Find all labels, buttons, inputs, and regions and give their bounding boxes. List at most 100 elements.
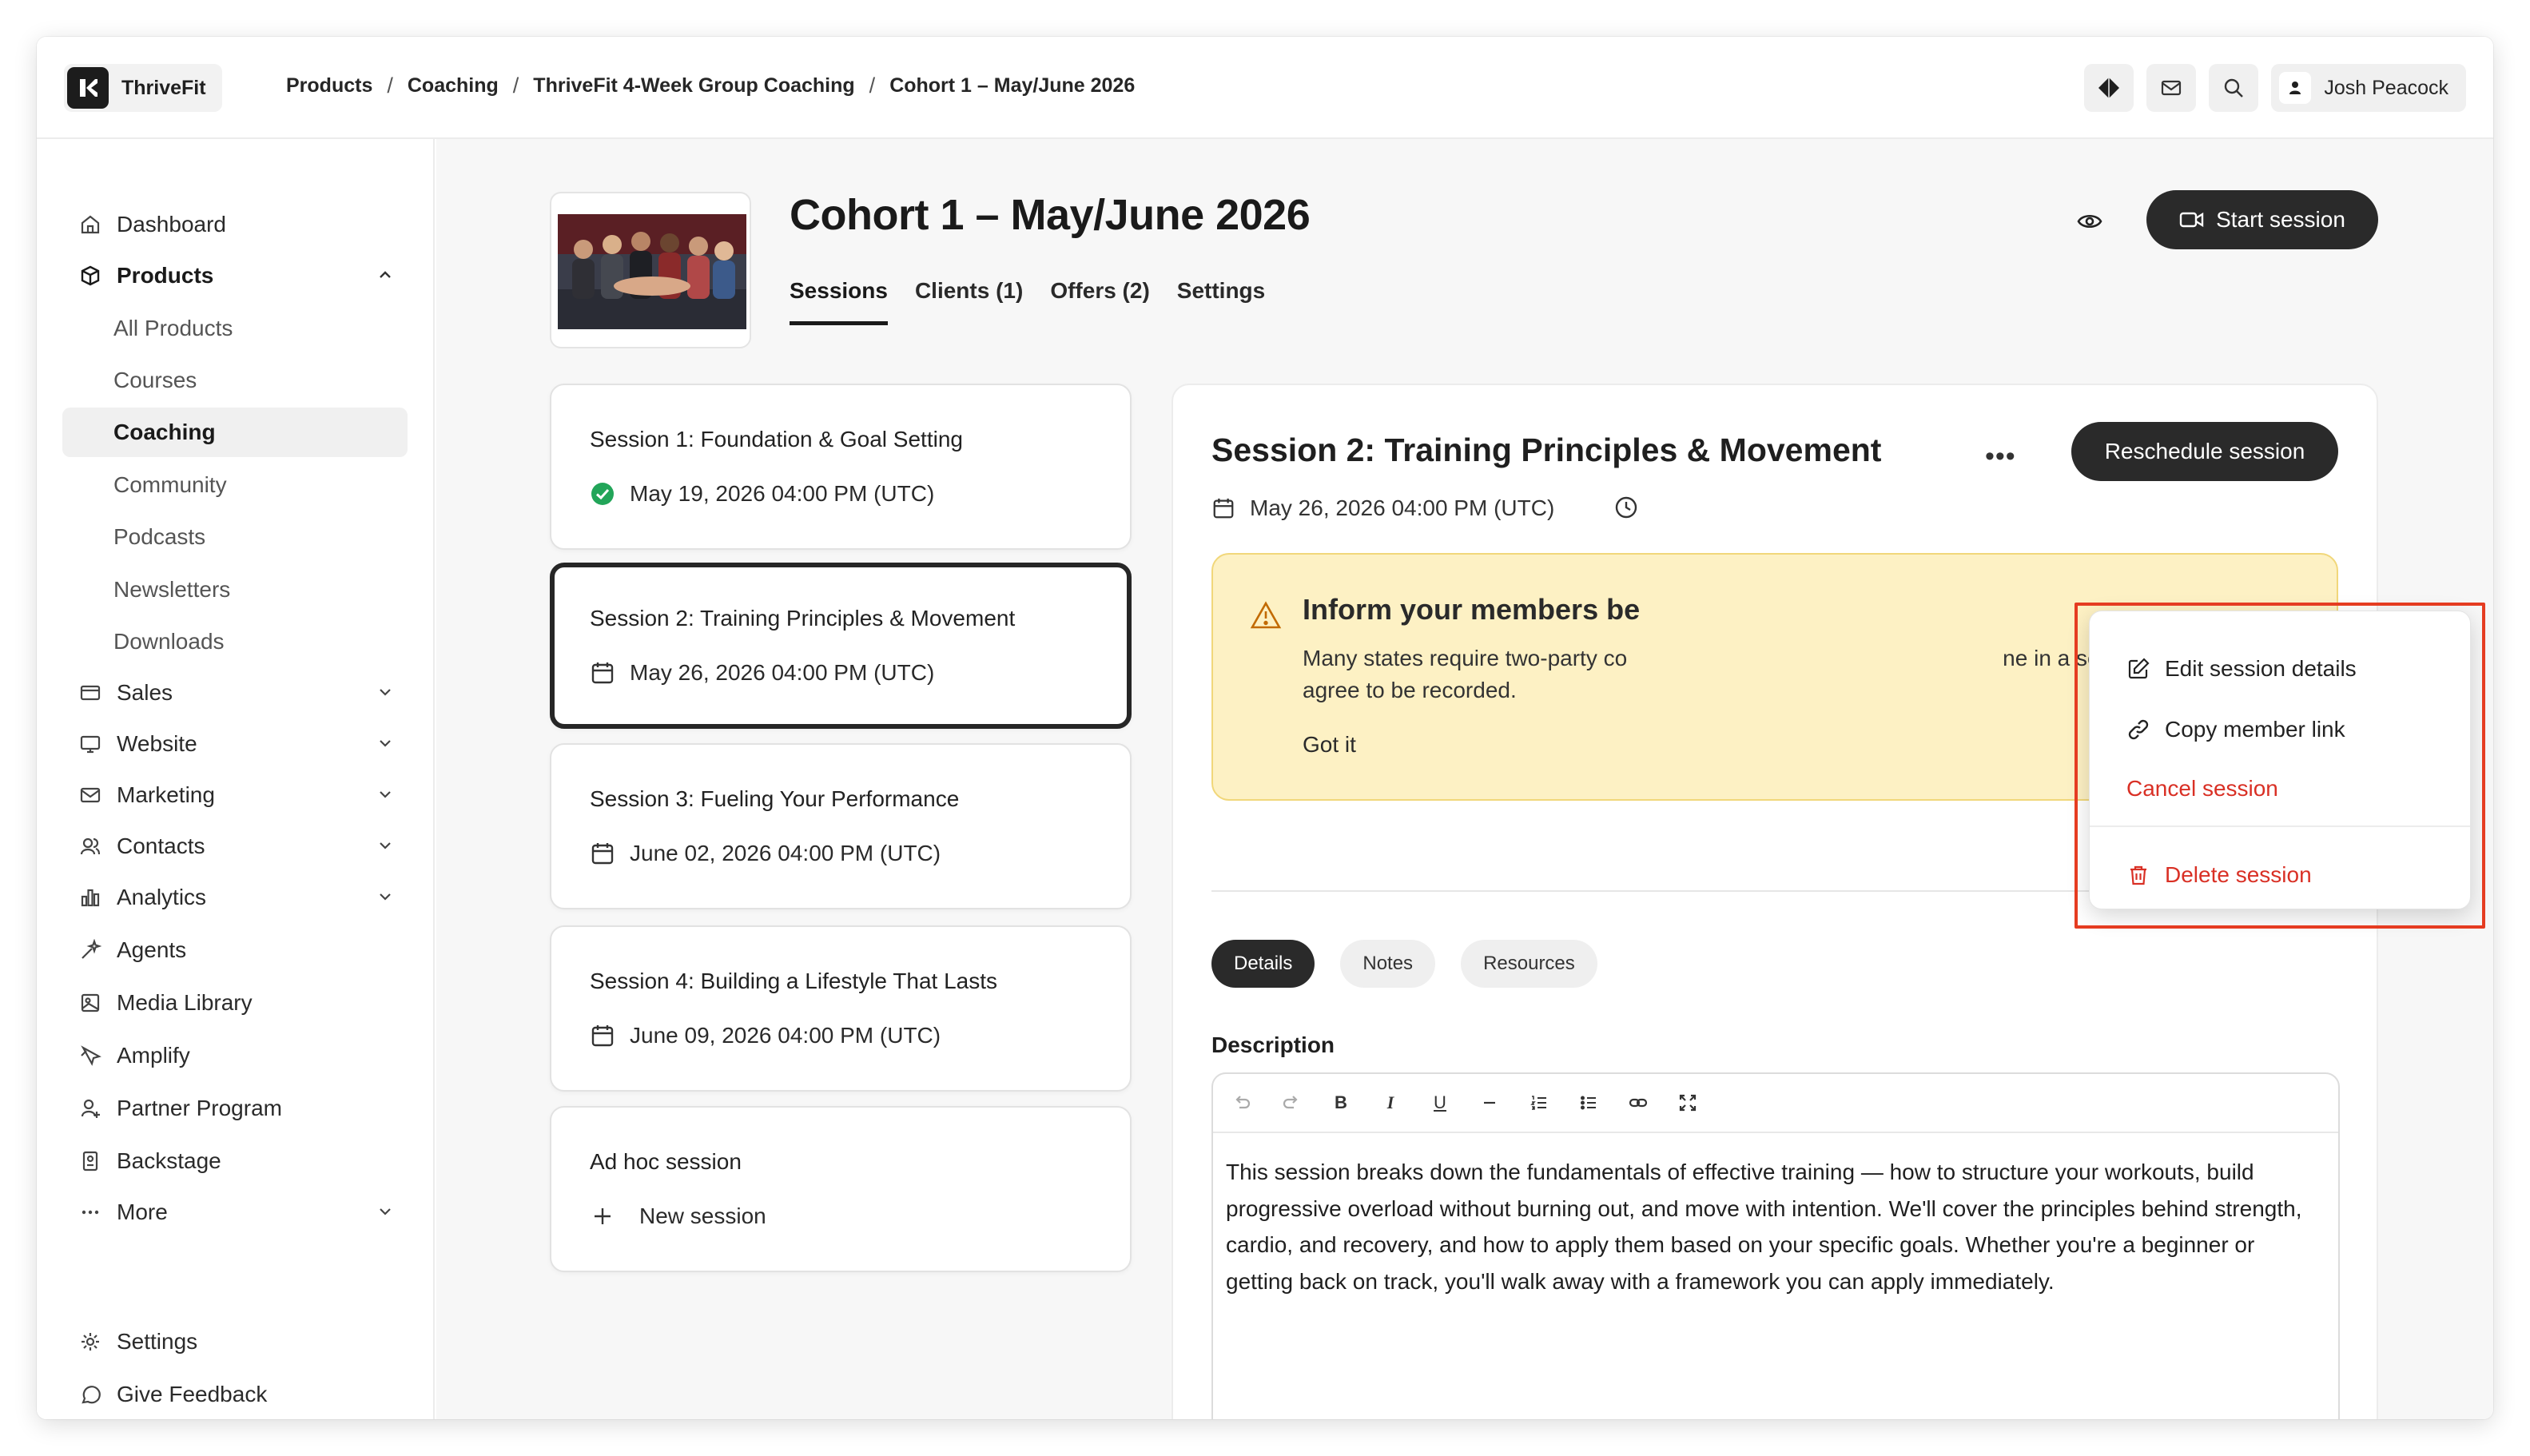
home-icon [78, 213, 102, 237]
session-options-menu: Edit session details Copy member link Ca… [2089, 611, 2471, 909]
sidebar-item-courses[interactable]: Courses [62, 356, 408, 405]
chevron-down-icon [374, 783, 396, 811]
app-window: ThriveFit Products / Coaching / ThriveFi… [37, 37, 2493, 1419]
got-it-button[interactable]: Got it [1303, 732, 1356, 758]
sidebar-item-marketing[interactable]: Marketing [62, 770, 408, 820]
underline-icon[interactable]: U [1422, 1085, 1458, 1120]
sidebar-item-dashboard[interactable]: Dashboard [62, 200, 408, 249]
sidebar-item-label: Analytics [117, 885, 207, 909]
sidebar-item-more[interactable]: More [62, 1187, 408, 1237]
sidebar-item-website[interactable]: Website [62, 719, 408, 769]
expand-icon[interactable] [1670, 1085, 1705, 1120]
sidebar-item-sales[interactable]: Sales [62, 668, 408, 718]
sparkle-icon [78, 938, 102, 962]
sidebar-item-feedback[interactable]: Give Feedback [62, 1370, 408, 1419]
more-horizontal-icon [78, 1200, 102, 1224]
bullet-list-icon[interactable] [1571, 1085, 1606, 1120]
sidebar-item-community[interactable]: Community [62, 460, 408, 510]
new-session-label: New session [639, 1203, 766, 1228]
description-text[interactable]: This session breaks down the fundamental… [1213, 1133, 2338, 1320]
upgrade-button[interactable] [2084, 64, 2134, 112]
sidebar-item-label: Settings [117, 1329, 198, 1354]
user-icon [2289, 82, 2301, 94]
menu-divider [2090, 825, 2470, 827]
session-card-1[interactable]: Session 1: Foundation & Goal Setting May… [550, 384, 1132, 550]
tab-clients[interactable]: Clients (1) [915, 278, 1023, 325]
sidebar-item-agents[interactable]: Agents [62, 925, 408, 975]
top-actions: Josh Peacock [2084, 64, 2466, 112]
session-date: June 09, 2026 04:00 PM (UTC) [630, 1023, 941, 1048]
sidebar-item-media-library[interactable]: Media Library [62, 978, 408, 1028]
sidebar-item-products[interactable]: Products [62, 251, 408, 300]
bold-icon[interactable]: B [1323, 1085, 1358, 1120]
avatar [2279, 72, 2312, 104]
sidebar-item-label: Backstage [117, 1148, 221, 1173]
diamond-icon [2098, 78, 2120, 98]
sidebar-item-label: Dashboard [117, 212, 226, 237]
redo-icon[interactable] [1274, 1085, 1309, 1120]
session-card-4[interactable]: Session 4: Building a Lifestyle That Las… [550, 925, 1132, 1092]
session-date-row: May 19, 2026 04:00 PM (UTC) [590, 481, 934, 507]
breadcrumb-coaching[interactable]: Coaching [408, 74, 499, 97]
search-button[interactable] [2209, 64, 2259, 112]
start-session-button[interactable]: Start session [2146, 190, 2378, 249]
main-content: Cohort 1 – May/June 2026 Sessions Client… [436, 139, 2493, 1419]
menu-item-edit-session[interactable]: Edit session details [2126, 656, 2357, 682]
sidebar-item-podcasts[interactable]: Podcasts [62, 512, 408, 562]
sidebar-item-partner-program[interactable]: Partner Program [62, 1084, 408, 1133]
ordered-list-icon[interactable] [1522, 1085, 1557, 1120]
sidebar-item-settings[interactable]: Settings [62, 1317, 408, 1366]
undo-icon[interactable] [1224, 1085, 1259, 1120]
inbox-button[interactable] [2146, 64, 2197, 112]
sidebar-item-label: Products [117, 263, 214, 288]
horizontal-rule-icon[interactable] [1472, 1085, 1507, 1120]
session-date-row: May 26, 2026 04:00 PM (UTC) [590, 660, 934, 686]
session-date-row: June 02, 2026 04:00 PM (UTC) [590, 841, 941, 866]
sidebar-item-analytics[interactable]: Analytics [62, 873, 408, 922]
sidebar-item-downloads[interactable]: Downloads [62, 617, 408, 666]
trash-icon [2130, 865, 2146, 885]
tab-resources[interactable]: Resources [1461, 940, 1597, 988]
more-options-button[interactable]: ••• [1985, 441, 2016, 472]
detail-tabs: Details Notes Resources [1211, 940, 1597, 988]
session-card-2[interactable]: Session 2: Training Principles & Movemen… [550, 563, 1132, 729]
menu-item-label: Copy member link [2165, 717, 2345, 742]
page-title: Cohort 1 – May/June 2026 [790, 191, 1311, 239]
adhoc-title: Ad hoc session [590, 1149, 742, 1174]
breadcrumb-products[interactable]: Products [286, 74, 372, 97]
sidebar-item-newsletters[interactable]: Newsletters [62, 565, 408, 615]
description-editor[interactable]: B I U This session breaks down the funda… [1211, 1072, 2340, 1419]
badge-icon [78, 1149, 102, 1173]
megaphone-icon [78, 1044, 102, 1068]
session-card-3[interactable]: Session 3: Fueling Your Performance June… [550, 743, 1132, 909]
user-menu-button[interactable]: Josh Peacock [2271, 64, 2466, 112]
start-session-label: Start session [2216, 207, 2345, 232]
sidebar-item-coaching[interactable]: Coaching [62, 408, 408, 457]
tab-offers[interactable]: Offers (2) [1050, 278, 1149, 325]
sidebar-item-all-products[interactable]: All Products [62, 304, 408, 353]
menu-item-delete-session[interactable]: Delete session [2126, 862, 2312, 888]
session-detail-title: Session 2: Training Principles & Movemen… [1211, 432, 1882, 468]
chevron-down-icon [374, 732, 396, 760]
tab-sessions[interactable]: Sessions [790, 278, 888, 325]
tab-notes[interactable]: Notes [1340, 940, 1436, 988]
preview-button[interactable] [2076, 208, 2103, 239]
italic-icon[interactable]: I [1373, 1085, 1408, 1120]
tab-settings[interactable]: Settings [1177, 278, 1265, 325]
session-detail-date: May 26, 2026 04:00 PM (UTC) [1250, 495, 1555, 520]
breadcrumb-cohort: Cohort 1 – May/June 2026 [889, 74, 1136, 97]
cohort-tabs: Sessions Clients (1) Offers (2) Settings [790, 278, 1265, 325]
calendar-icon [591, 662, 614, 684]
gear-icon [78, 1330, 102, 1354]
link-icon[interactable] [1621, 1085, 1656, 1120]
brand-switcher[interactable]: ThriveFit [64, 64, 222, 112]
reschedule-session-button[interactable]: Reschedule session [2071, 422, 2338, 481]
sidebar-item-amplify[interactable]: Amplify [62, 1031, 408, 1080]
tab-details[interactable]: Details [1211, 940, 1315, 988]
sidebar-item-contacts[interactable]: Contacts [62, 821, 408, 871]
breadcrumb-program[interactable]: ThriveFit 4-Week Group Coaching [533, 74, 854, 97]
new-session-button[interactable]: New session [590, 1203, 766, 1229]
sidebar-item-backstage[interactable]: Backstage [62, 1136, 408, 1186]
menu-item-cancel-session[interactable]: Cancel session [2126, 776, 2278, 802]
menu-item-copy-link[interactable]: Copy member link [2126, 717, 2345, 742]
